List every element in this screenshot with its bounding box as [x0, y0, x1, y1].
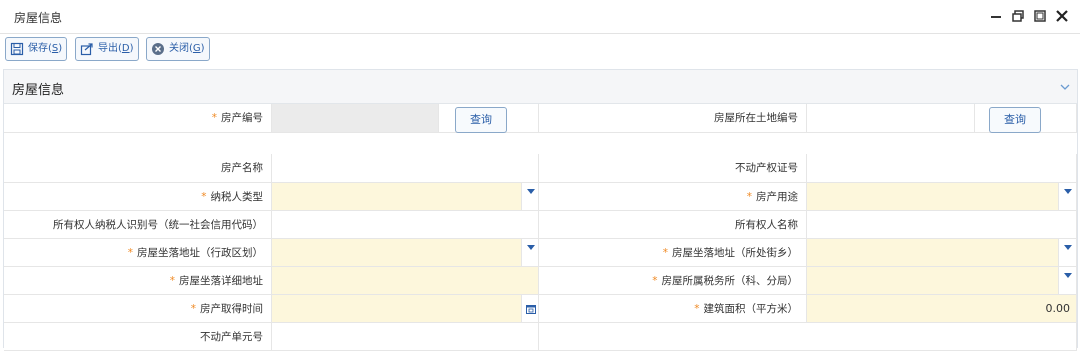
land-no-input[interactable] [807, 104, 975, 133]
close-circle-icon [152, 43, 164, 55]
addr-street-label: * 房屋坐落地址（所处街乡） [539, 239, 807, 267]
land-no-query-button[interactable]: 查询 [989, 107, 1041, 133]
restore-icon[interactable] [1010, 8, 1026, 24]
calendar-icon [526, 305, 536, 314]
save-icon [10, 42, 24, 56]
house-use-label: * 房产用途 [539, 183, 807, 211]
build-area-input[interactable]: 0.00 [807, 295, 1077, 323]
addr-street-dropdown[interactable] [1059, 239, 1077, 267]
addr-detail-input[interactable] [272, 267, 539, 295]
house-no-query-button[interactable]: 查询 [455, 107, 507, 133]
tax-office-dropdown[interactable] [1059, 267, 1077, 295]
taxpayer-type-dropdown[interactable] [522, 183, 539, 211]
dropdown-arrow-icon [527, 245, 535, 250]
save-button[interactable]: 保存(S) [5, 37, 68, 61]
cert-no-input[interactable] [807, 154, 1077, 183]
addr-street-select[interactable] [807, 239, 1059, 267]
house-name-input[interactable] [272, 154, 539, 183]
owner-tax-id-input[interactable] [272, 211, 539, 239]
form-row-1: * 房产编号 查询 房屋所在土地编号 查询 [4, 104, 1077, 133]
house-name-label: 房产名称 [4, 154, 272, 183]
maximize-icon[interactable] [1032, 8, 1048, 24]
acquire-date-input[interactable] [272, 295, 522, 323]
minimize-icon[interactable] [988, 8, 1004, 24]
close-label: 关闭( [169, 43, 193, 54]
addr-admin-dropdown[interactable] [522, 239, 539, 267]
form-row-4: 所有权人纳税人识别号（统一社会信用代码） 所有权人名称 [4, 211, 1077, 239]
land-no-query-cell: 查询 [975, 104, 1077, 133]
build-area-label: * 建筑面积（平方米） [539, 295, 807, 323]
house-no-query-cell: 查询 [439, 104, 539, 133]
dropdown-arrow-icon [527, 189, 535, 194]
window-titlebar: 房屋信息 [0, 0, 1080, 34]
addr-detail-label: * 房屋坐落详细地址 [4, 267, 272, 295]
close-key: G [192, 43, 201, 54]
form-row-3: * 纳税人类型 * 房产用途 [4, 183, 1077, 211]
taxpayer-type-label: * 纳税人类型 [4, 183, 272, 211]
form-row-5: * 房屋坐落地址（行政区划） * 房屋坐落地址（所处街乡） [4, 239, 1077, 267]
addr-admin-label: * 房屋坐落地址（行政区划） [4, 239, 272, 267]
owner-name-input[interactable] [807, 211, 1077, 239]
house-use-dropdown[interactable] [1059, 183, 1077, 211]
acquire-date-picker[interactable] [522, 295, 539, 323]
owner-name-label: 所有权人名称 [539, 211, 807, 239]
close-button[interactable]: 关闭(G) [146, 37, 210, 61]
export-button[interactable]: 导出(D) [75, 37, 139, 61]
cert-no-label: 不动产权证号 [539, 154, 807, 183]
save-paren: ) [58, 43, 63, 54]
owner-tax-id-label: 所有权人纳税人识别号（统一社会信用代码） [4, 211, 272, 239]
house-info-panel: 房屋信息 * 房产编号 查询 房屋所在土地编号 查询 房产名称 不动产权证号 * 纳… [3, 69, 1078, 351]
export-key: D [121, 43, 130, 54]
dropdown-arrow-icon [1064, 245, 1072, 250]
house-use-select[interactable] [807, 183, 1059, 211]
export-icon [80, 43, 93, 56]
form-row-6: * 房屋坐落详细地址 * 房屋所属税务所（科、分局） [4, 267, 1077, 295]
toolbar: 保存(S) 导出(D) 关闭(G) [0, 34, 1080, 68]
close-paren: ) [200, 43, 205, 54]
tax-office-label: * 房屋所属税务所（科、分局） [539, 267, 807, 295]
chevron-down-icon[interactable] [1059, 81, 1071, 93]
tax-office-select[interactable] [807, 267, 1059, 295]
acquire-date-label: * 房产取得时间 [4, 295, 272, 323]
panel-header[interactable]: 房屋信息 [4, 70, 1077, 104]
save-label: 保存( [28, 43, 52, 54]
taxpayer-type-select[interactable] [272, 183, 522, 211]
addr-admin-select[interactable] [272, 239, 522, 267]
window-title: 房屋信息 [14, 11, 63, 25]
land-no-label: 房屋所在土地编号 [539, 104, 807, 133]
house-no-input[interactable] [272, 104, 439, 133]
form-row-2: 房产名称 不动产权证号 [4, 154, 1077, 183]
house-no-label: * 房产编号 [4, 104, 272, 133]
panel-title: 房屋信息 [12, 83, 65, 98]
export-paren: ) [129, 43, 134, 54]
dropdown-arrow-icon [1064, 189, 1072, 194]
dropdown-arrow-icon [1064, 273, 1072, 278]
close-icon[interactable] [1054, 8, 1070, 24]
export-label: 导出( [98, 43, 122, 54]
form-row-7: * 房产取得时间 * 建筑面积（平方米） 0.00 [4, 295, 1077, 323]
